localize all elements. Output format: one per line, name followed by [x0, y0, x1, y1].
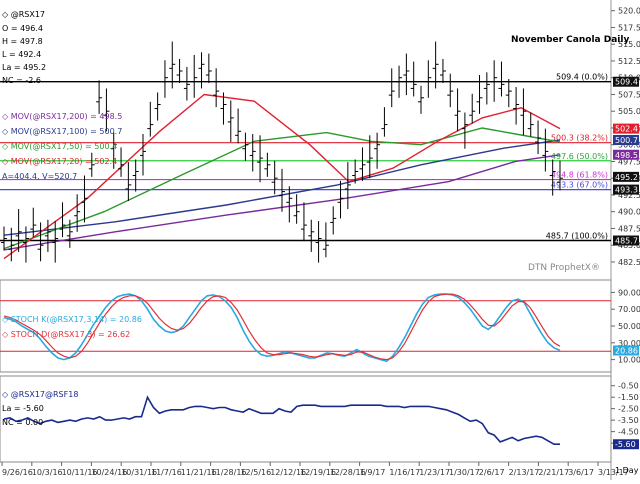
x-tick-label: 2/21/17 — [538, 468, 569, 477]
chart-window: 509.4 (0.0%) 500.3 (38.2%) 497.6 (50.0%) 49… — [0, 0, 640, 480]
symbol-label: ◇ @RSX17 — [2, 10, 45, 19]
open-readout: O = 496.4 — [2, 24, 43, 33]
x-tick-label: 1/16/17 — [389, 468, 420, 477]
y-tick-label: -3.50 — [618, 416, 639, 425]
fib-note: A=404.4, V=520.7 — [2, 172, 78, 181]
price-badge-label: 509.4 — [615, 78, 638, 87]
low-readout: L = 492.4 — [2, 50, 42, 59]
price-badge-label: 500.7 — [615, 136, 638, 145]
y-tick-label: -0.50 — [618, 382, 639, 391]
price-badge-label: 498.5 — [615, 151, 638, 160]
y-tick-label: -2.50 — [618, 405, 639, 414]
retracement-label: 485.7 (100.0%) — [546, 232, 608, 241]
stoch-k-legend: ◇ STOCH K(@RSX17,3,14) = 20.86 — [2, 315, 142, 324]
spread-badge-label: -5.60 — [615, 440, 636, 449]
watermark: DTN ProphetX® — [528, 263, 600, 273]
y-tick-label: 505.0 — [618, 107, 640, 116]
x-tick-label: 2/6/17 — [479, 468, 505, 477]
chart-title: November Canola Daily — [511, 35, 630, 45]
x-tick-label: 10/3/16 — [32, 468, 63, 477]
spread-symbol-label: ◇ @RSX17@RSF18 — [2, 390, 79, 399]
ma100-legend: ◇ MOV(@RSX17,100) = 500.7 — [2, 127, 123, 136]
y-tick-label: 10.00 — [618, 356, 640, 365]
retracement-label: 509.4 (0.0%) — [556, 73, 608, 82]
x-tick-label: 11/7/16 — [151, 468, 182, 477]
period-label[interactable]: 1 Day — [615, 466, 638, 475]
chart-canvas: 509.4 (0.0%)500.3 (38.2%)497.6 (50.0%)49… — [0, 0, 640, 480]
x-tick-label: 12/5/16 — [240, 468, 271, 477]
x-tick-label: 1/23/17 — [419, 468, 450, 477]
y-tick-label: 512.5 — [618, 57, 640, 66]
y-tick-label: 490.0 — [618, 208, 640, 217]
x-tick-label: 1/9/17 — [360, 468, 386, 477]
x-tick-label: 2/13/17 — [509, 468, 540, 477]
net-change-readout: NC = -2.6 — [2, 76, 41, 85]
y-tick-label: 90.00 — [618, 288, 640, 297]
ma200-legend: ◇ MOV(@RSX17,200) = 498.5 — [2, 112, 123, 121]
x-tick-label: 9/26/16 — [2, 468, 33, 477]
stoch-d-legend: ◇ STOCH D(@RSX17,3) = 26.62 — [2, 330, 131, 339]
y-tick-label: 507.5 — [618, 90, 640, 99]
stoch-panel: 90.0070.0050.0030.0010.0020.86 — [0, 279, 640, 373]
high-readout: H = 497.8 — [2, 37, 43, 46]
y-tick-label: 70.00 — [618, 305, 640, 314]
y-tick-label: 520.0 — [618, 7, 640, 16]
spread-panel: -0.50-1.50-2.50-3.50-4.50-5.50-5.60 — [0, 375, 639, 463]
x-tick-label: 1/30/17 — [449, 468, 480, 477]
price-badge-label: 493.3 — [615, 186, 638, 195]
spread-nc-readout: NC = 0.00 — [2, 418, 44, 427]
y-tick-label: 50.00 — [618, 322, 640, 331]
spread-last-readout: La = -5.60 — [2, 404, 44, 413]
y-tick-label: -4.50 — [618, 428, 639, 437]
retracement-label: 494.8 (61.8%) — [551, 171, 608, 180]
y-tick-label: 482.5 — [618, 258, 640, 267]
price-badge-label: 485.7 — [615, 237, 638, 246]
last-readout: La = 495.2 — [2, 63, 47, 72]
y-tick-label: 487.5 — [618, 224, 640, 233]
price-badge-label: 502.4 — [615, 125, 638, 134]
y-tick-label: -1.50 — [618, 393, 639, 402]
stoch-badge-label: 20.86 — [615, 346, 638, 355]
y-tick-label: 517.5 — [618, 23, 640, 32]
price-badge-label: 495.2 — [615, 173, 638, 182]
ma50-legend: ◇ MOV(@RSX17,50) = 500.4 — [2, 142, 118, 151]
retracement-label: 497.6 (50.0%) — [551, 152, 608, 161]
x-tick-label: 3/6/17 — [568, 468, 594, 477]
ma20-legend: ◇ MOV(@RSX17,20) = 502.4 — [2, 157, 118, 166]
